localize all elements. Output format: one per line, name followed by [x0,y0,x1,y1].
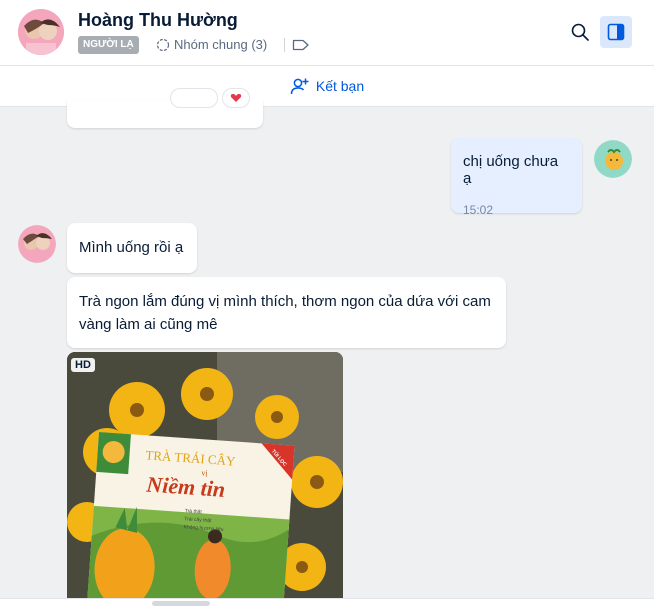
people-icon [156,38,170,51]
incoming-message-bubble[interactable]: Trà ngon lắm đúng vị mình thích, thơm ng… [67,277,506,348]
composer-edge [0,598,654,606]
add-user-icon [290,78,309,95]
message-time: 15:02 [463,203,494,217]
heart-icon [230,94,242,102]
panel-toggle-icon [607,23,625,41]
heart-react-button[interactable] [222,88,250,108]
conversation-info-button[interactable] [600,16,632,48]
message-text: chị uống chưa ạ [463,153,559,187]
contact-avatar-small[interactable] [18,225,56,263]
reaction-pill[interactable] [170,88,218,108]
my-avatar[interactable] [594,140,632,178]
product-photo: TRÀ TRÁI CÂY vị Niềm tin Trà thật Trái c… [67,352,343,606]
message-text: Trà ngon lắm đúng vị mình thích, thơm ng… [79,293,491,333]
message-text: Mình uống rồi ạ [79,239,184,256]
header-divider [284,38,285,52]
search-button[interactable] [564,16,596,48]
common-groups[interactable]: Nhóm chung (3) [156,37,267,52]
incoming-message-bubble[interactable]: Mình uống rồi ạ [67,223,197,273]
horizontal-scrollbar[interactable] [152,601,210,606]
search-icon [571,23,589,41]
outgoing-message-bubble[interactable]: chị uống chưa ạ 15:02 [451,138,582,217]
common-groups-label: Nhóm chung (3) [174,37,268,52]
previous-message-bubble[interactable] [67,88,263,128]
contact-name[interactable]: Hoàng Thu Hường [78,10,238,31]
hd-badge: HD [71,358,95,372]
photo-message[interactable]: TRÀ TRÁI CÂY vị Niềm tin Trà thật Trái c… [67,352,343,606]
add-friend-label: Kết bạn [315,78,365,94]
stranger-badge: NGƯỜI LẠ [78,36,139,54]
tag-icon[interactable] [292,38,310,57]
product-bullet: Trà thật [185,508,203,515]
chat-header: Hoàng Thu Hường NGƯỜI LẠ Nhóm chung (3) [0,0,654,66]
contact-avatar[interactable] [18,9,64,55]
